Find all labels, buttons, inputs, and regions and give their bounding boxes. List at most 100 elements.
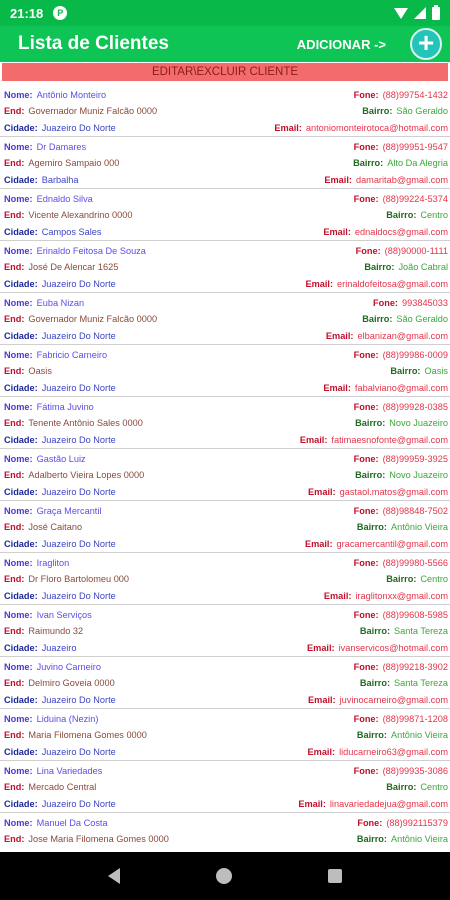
nome-value: Gastão Luiz <box>36 454 86 465</box>
bairro-value: Antônio Vieira <box>390 522 448 533</box>
client-card[interactable]: Nome: Graça Mercantil Fone: (88)98848-7502 E… <box>0 501 450 553</box>
add-client-button[interactable]: + <box>410 28 442 60</box>
email-group: Email: erinaldofeitosa@gmail.com <box>305 279 448 289</box>
end-value: Maria Filomena Gomes 0000 <box>28 730 147 741</box>
fone-group: Fone: (88)99224-5374 <box>354 194 448 204</box>
city-email-row: Cidade: Barbalha Email: damaritab@gmail.com <box>4 172 448 188</box>
client-card[interactable]: Nome: Lina Variedades Fone: (88)99935-3086 E… <box>0 761 450 813</box>
bairro-group: Bairro: Antônio Vieira <box>357 522 448 532</box>
email-group: Email: gracamercantil@gmail.com <box>305 539 448 549</box>
fone-label: Fone: <box>355 246 381 257</box>
fone-value: (88)90000-1111 <box>384 246 448 257</box>
bairro-label: Bairro: <box>364 262 395 273</box>
nome-value: Iragliton <box>36 558 70 569</box>
client-card[interactable]: Nome: Fabricio Carneiro Fone: (88)99986-000… <box>0 345 450 397</box>
bairro-group: Bairro: Novo Juazeiro <box>355 470 448 480</box>
nome-value: Graça Mercantil <box>36 506 102 517</box>
fone-group: Fone: (88)99754-1432 <box>354 90 448 100</box>
bairro-group: Bairro: Santa Tereza <box>360 626 448 636</box>
end-label: End: <box>4 262 25 273</box>
client-card[interactable]: Nome: Ivan Serviços Fone: (88)99608-5985 End… <box>0 605 450 657</box>
end-value: Adalberto Vieira Lopes 0000 <box>28 470 145 481</box>
client-card[interactable]: Nome: Fátima Juvino Fone: (88)99928-0385 End… <box>0 397 450 449</box>
fone-value: (88)98848-7502 <box>382 506 448 517</box>
cidade-label: Cidade: <box>4 746 38 757</box>
fone-value: (88)99218-3902 <box>382 662 448 673</box>
client-card[interactable]: Nome: Erinaldo Feitosa De Souza Fone: (88)9… <box>0 241 450 293</box>
end-label: End: <box>4 418 25 429</box>
end-label: End: <box>4 834 25 845</box>
email-group: Email: gastaol.matos@gmail.com <box>308 487 448 497</box>
bairro-label: Bairro: <box>362 106 393 117</box>
nome-label: Nome: <box>4 298 33 309</box>
name-phone-row: Nome: Juvino Carneiro Fone: (88)99218-3902 <box>4 659 448 675</box>
cidade-value: Juazeiro Do Norte <box>41 590 116 601</box>
bairro-label: Bairro: <box>356 730 387 741</box>
email-value: erinaldofeitosa@gmail.com <box>337 278 448 289</box>
add-label[interactable]: ADICIONAR -> <box>297 37 386 52</box>
client-card[interactable]: Nome: Manuel Da Costa Fone: (88)992115379 En… <box>0 813 450 851</box>
page-title: Lista de Clientes <box>18 33 169 54</box>
name-phone-row: Nome: Ednaldo Silva Fone: (88)99224-5374 <box>4 191 448 207</box>
cidade-value: Campos Sales <box>41 226 102 237</box>
city-email-row: Cidade: Juazeiro Do Norte Email: elbanizan@… <box>4 328 448 344</box>
fone-value: (88)99986-0009 <box>382 350 448 361</box>
bairro-group: Bairro: Santa Tereza <box>360 678 448 688</box>
email-label: Email: <box>325 330 354 341</box>
end-value: Governador Muniz Falcão 0000 <box>28 106 158 117</box>
address-district-row: End: Raimundo 32 Bairro: Santa Tereza <box>4 623 448 639</box>
email-group: Email: fatimaesnofonte@gmail.com <box>300 435 448 445</box>
client-list[interactable]: Nome: Antônio Monteiro Fone: (88)99754-1432… <box>0 85 450 851</box>
fone-label: Fone: <box>353 402 379 413</box>
nome-value: Liduina (Nezin) <box>36 714 99 725</box>
end-label: End: <box>4 574 25 585</box>
cidade-value: Barbalha <box>41 174 79 185</box>
city-email-row: Cidade:Email: <box>4 848 448 852</box>
bairro-value: Oasis <box>424 366 449 377</box>
client-card[interactable]: Nome: Gastão Luiz Fone: (88)99959-3925 End: A… <box>0 449 450 501</box>
bairro-value: João Cabral <box>398 262 448 273</box>
end-value: Jose Maria Filomena Gomes 0000 <box>28 834 169 845</box>
client-card[interactable]: Nome: Juvino Carneiro Fone: (88)99218-3902 E… <box>0 657 450 709</box>
bairro-label: Bairro: <box>356 834 387 845</box>
city-email-row: Cidade: Juazeiro Do Norte Email: gracamerca… <box>4 536 448 552</box>
nome-value: Manuel Da Costa <box>36 818 108 829</box>
client-card[interactable]: Nome: Dr Damares Fone: (88)99951-9547 End: Ag… <box>0 137 450 189</box>
client-card[interactable]: Nome: Antônio Monteiro Fone: (88)99754-1432… <box>0 85 450 137</box>
nome-label: Nome: <box>4 402 33 413</box>
nome-label: Nome: <box>4 714 33 725</box>
cidade-value: Juazeiro Do Norte <box>41 798 116 809</box>
end-label: End: <box>4 366 25 377</box>
fone-label: Fone: <box>353 350 379 361</box>
fone-value: (88)99980-5566 <box>382 558 448 569</box>
name-phone-row: Nome: Gastão Luiz Fone: (88)99959-3925 <box>4 451 448 467</box>
email-group: Email: liducarneiro63@gmail.com <box>308 747 448 757</box>
cidade-label: Cidade: <box>4 330 38 341</box>
client-card[interactable]: Nome: Euba Nizan Fone: 993845033 End: Governa… <box>0 293 450 345</box>
nome-value: Ivan Serviços <box>36 610 92 621</box>
cidade-value: Juazeiro Do Norte <box>41 694 116 705</box>
address-district-row: End: Delmiro Goveia 0000 Bairro: Santa Tere… <box>4 675 448 691</box>
address-district-row: End: Governador Muniz Falcão 0000 Bairro: S… <box>4 103 448 119</box>
bairro-group: Bairro: Centro <box>386 210 448 220</box>
bairro-label: Bairro: <box>362 314 393 325</box>
battery-icon <box>432 4 440 20</box>
fone-label: Fone: <box>353 506 379 517</box>
home-icon[interactable] <box>216 868 232 884</box>
client-card[interactable]: Nome: Iragliton Fone: (88)99980-5566 End: Dr … <box>0 553 450 605</box>
recents-icon[interactable] <box>328 869 342 883</box>
email-value: iraglitonxx@gmail.com <box>355 590 448 601</box>
nome-value: Dr Damares <box>36 142 87 153</box>
bairro-value: Santa Tereza <box>394 626 448 637</box>
name-phone-row: Nome: Antônio Monteiro Fone: (88)99754-1432 <box>4 87 448 103</box>
back-icon[interactable] <box>108 868 120 884</box>
bairro-value: Centro <box>420 574 448 585</box>
client-card[interactable]: Nome: Liduina (Nezin) Fone: (88)99871-1208 E… <box>0 709 450 761</box>
edit-delete-banner[interactable]: EDITAR\EXCLUIR CLIENTE <box>2 63 448 81</box>
status-bar: 21:18 P <box>0 0 450 26</box>
cidade-label: Cidade: <box>4 486 38 497</box>
client-card[interactable]: Nome: Ednaldo Silva Fone: (88)99224-5374 End… <box>0 189 450 241</box>
address-district-row: End: José Caitano Bairro: Antônio Vieira <box>4 519 448 535</box>
city-email-row: Cidade: Juazeiro Do Norte Email: gastaol.ma… <box>4 484 448 500</box>
cidade-value: Juazeiro Do Norte <box>41 122 116 133</box>
